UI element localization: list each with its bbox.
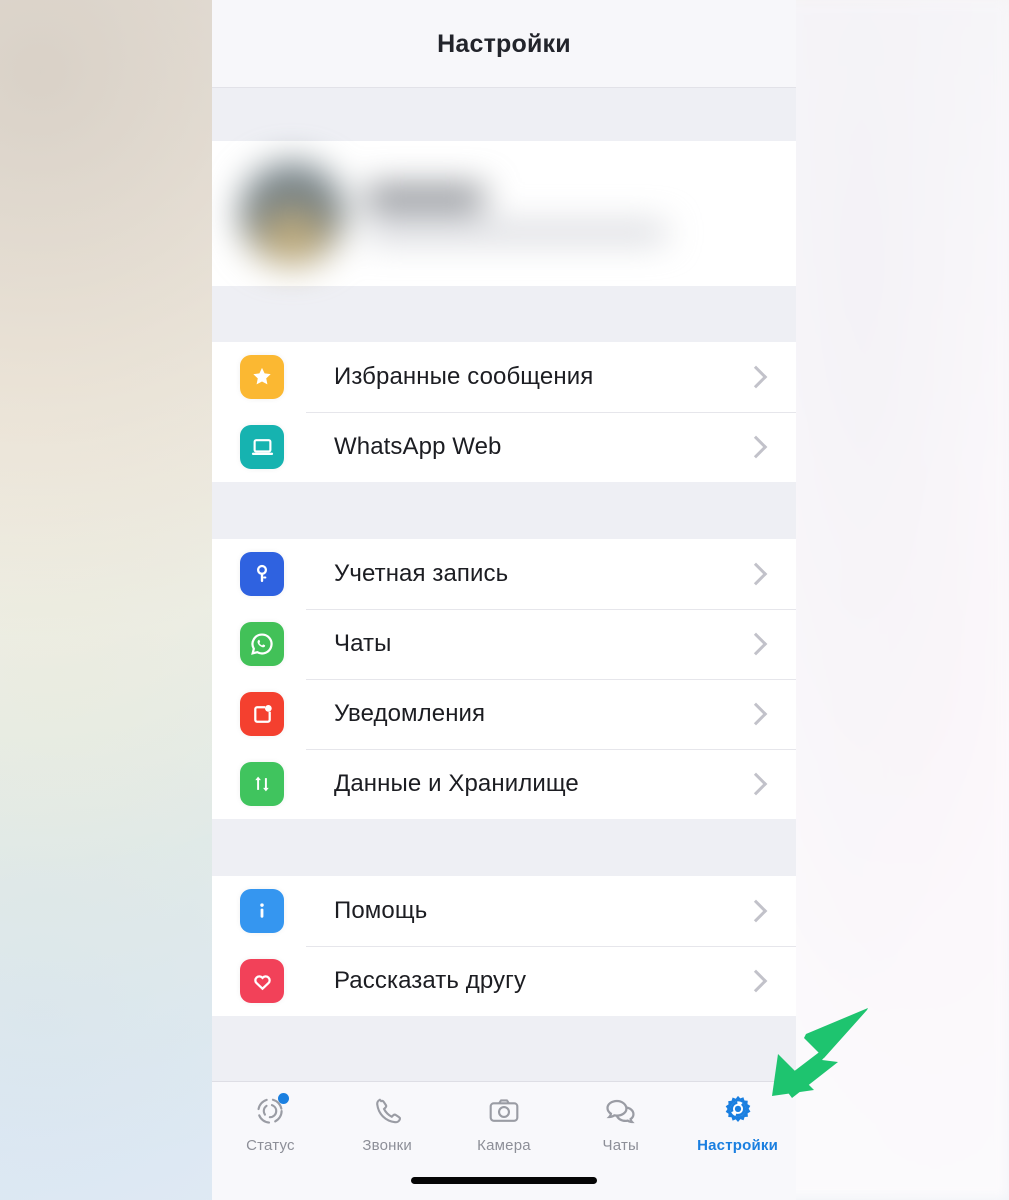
section-spacer-top (212, 88, 796, 141)
avatar (240, 161, 344, 266)
profile-text (366, 187, 666, 240)
list-item-notifications[interactable]: Уведомления (212, 679, 796, 749)
key-icon (240, 552, 284, 596)
star-icon (240, 355, 284, 399)
chevron-right-icon (744, 969, 768, 993)
tab-camera[interactable]: Камера (446, 1092, 563, 1154)
list-item-chats[interactable]: Чаты (212, 609, 796, 679)
list-item-label: Уведомления (334, 700, 486, 727)
list-item-label: Данные и Хранилище (334, 770, 579, 797)
whatsapp-chat-icon (240, 622, 284, 666)
list-item-whatsapp-web[interactable]: WhatsApp Web (212, 412, 796, 482)
section-spacer-3 (212, 819, 796, 876)
camera-icon (484, 1092, 524, 1130)
tab-status[interactable]: Статус (212, 1092, 329, 1154)
chevron-right-icon (744, 365, 768, 389)
tab-settings[interactable]: Настройки (679, 1092, 796, 1154)
status-badge-dot (278, 1093, 290, 1104)
settings-group-1: Избранные сообщения WhatsApp Web (212, 342, 796, 482)
laptop-icon (240, 425, 284, 469)
navigation-bar: Настройки (212, 0, 796, 88)
home-indicator (411, 1177, 597, 1184)
chat-bubbles-icon (601, 1092, 641, 1130)
data-arrows-icon (240, 762, 284, 806)
chevron-right-icon (744, 702, 768, 726)
section-spacer-2 (212, 482, 796, 539)
list-item-account[interactable]: Учетная запись (212, 539, 796, 609)
section-spacer-bottom (212, 1016, 796, 1086)
list-item-starred-messages[interactable]: Избранные сообщения (212, 342, 796, 412)
tab-label: Камера (477, 1137, 531, 1154)
chevron-right-icon (744, 562, 768, 586)
gear-icon (718, 1092, 758, 1130)
list-item-tell-a-friend[interactable]: Рассказать другу (212, 946, 796, 1016)
list-item-label: Рассказать другу (334, 967, 527, 994)
tab-calls[interactable]: Звонки (329, 1092, 446, 1154)
page-title: Настройки (437, 29, 571, 58)
heart-icon (240, 959, 284, 1003)
settings-group-3: Помощь Рассказать другу (212, 876, 796, 1016)
list-item-label: WhatsApp Web (334, 433, 502, 460)
chevron-right-icon (744, 772, 768, 796)
profile-status-blurred (366, 225, 666, 240)
screenshot-root: Настройки Избранные сообщения WhatsApp W… (0, 0, 1009, 1200)
profile-row[interactable] (212, 141, 796, 286)
section-spacer-1 (212, 286, 796, 342)
list-item-label: Помощь (334, 897, 428, 924)
tab-label: Статус (246, 1137, 295, 1154)
profile-blurred-content (240, 161, 666, 266)
list-item-data-storage[interactable]: Данные и Хранилище (212, 749, 796, 819)
info-icon (240, 889, 284, 933)
list-item-help[interactable]: Помощь (212, 876, 796, 946)
chevron-right-icon (744, 899, 768, 923)
list-item-label: Учетная запись (334, 560, 509, 587)
tab-chats[interactable]: Чаты (562, 1092, 679, 1154)
settings-group-2: Учетная запись Чаты Уведомления Данные и… (212, 539, 796, 819)
list-item-label: Избранные сообщения (334, 363, 594, 390)
phone-icon (367, 1092, 407, 1130)
chevron-right-icon (744, 435, 768, 459)
notification-icon (240, 692, 284, 736)
profile-name-blurred (366, 187, 484, 209)
tab-label: Чаты (602, 1137, 640, 1154)
tab-label: Звонки (362, 1137, 413, 1154)
chevron-right-icon (744, 632, 768, 656)
list-item-label: Чаты (334, 630, 392, 657)
phone-screen: Настройки Избранные сообщения WhatsApp W… (212, 0, 796, 1200)
status-ring-icon (250, 1092, 290, 1130)
tab-label: Настройки (697, 1137, 779, 1154)
